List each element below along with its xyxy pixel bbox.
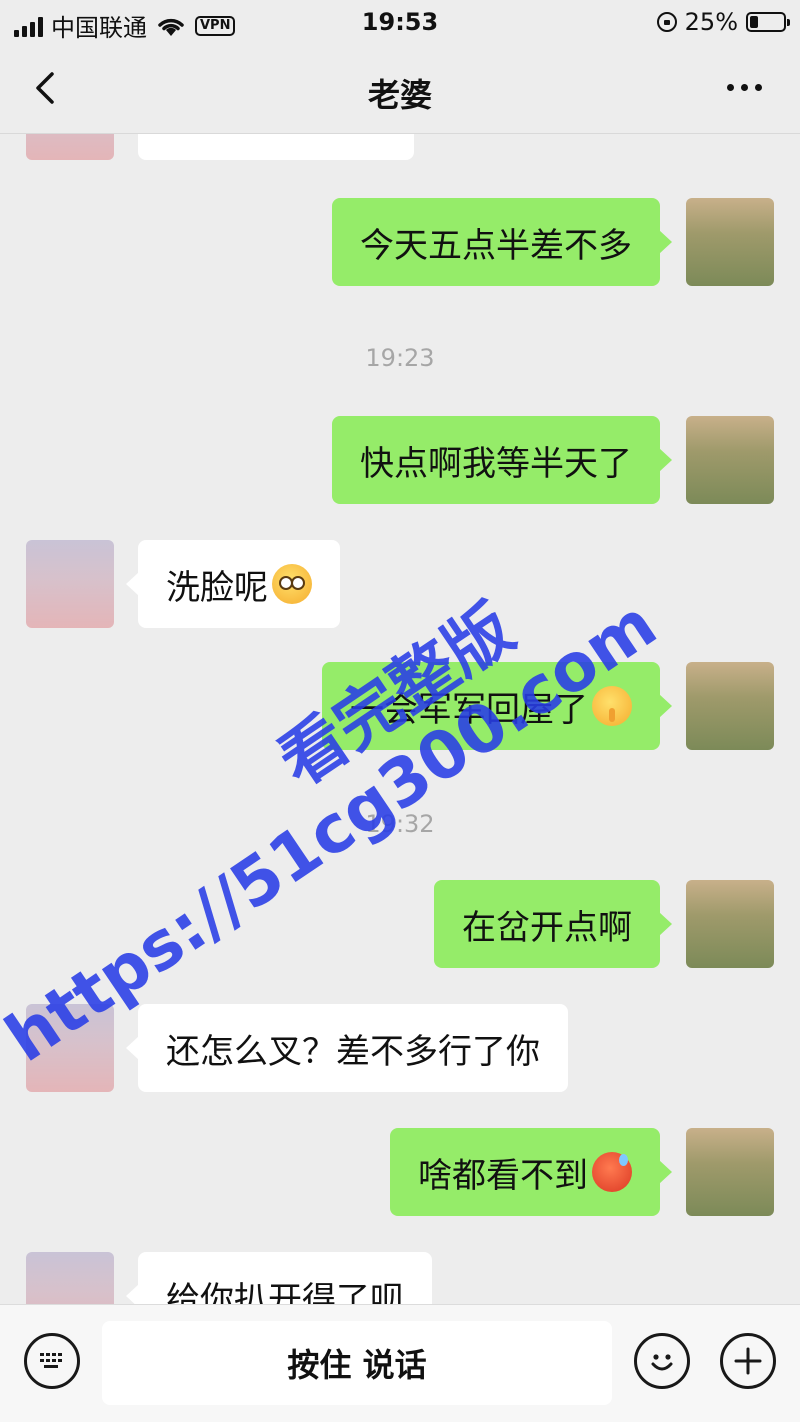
chat-title: 老婆 <box>367 76 432 114</box>
my-avatar[interactable] <box>686 662 774 750</box>
flushed-face-icon <box>272 564 312 604</box>
contact-avatar[interactable] <box>26 134 114 160</box>
message-list[interactable]: 今天五点半差不多 19:23 快点啊我等半天了 洗脸呢 一会军军回屋了 19:3… <box>0 134 800 1304</box>
message-text: 快点啊我等半天了 <box>360 443 632 484</box>
input-bar: 按住 说话 <box>0 1304 800 1422</box>
status-right: 25% <box>656 8 790 36</box>
chat-header: 老婆 <box>0 46 800 134</box>
hot-face-icon <box>592 1152 632 1192</box>
message-timestamp: 19:23 <box>365 344 435 372</box>
my-avatar[interactable] <box>686 198 774 286</box>
message-bubble-outgoing[interactable]: 一会军军回屋了 <box>322 662 672 750</box>
message-bubble-outgoing[interactable]: 在岔开点啊 <box>434 880 672 968</box>
my-avatar[interactable] <box>686 416 774 504</box>
contact-avatar[interactable] <box>26 1252 114 1304</box>
message-bubble-outgoing[interactable]: 今天五点半差不多 <box>332 198 672 286</box>
smiley-icon[interactable] <box>634 1333 690 1389</box>
shushing-face-icon <box>592 686 632 726</box>
message-text: 一会军军回屋了 <box>350 689 588 730</box>
message-text: 在岔开点啊 <box>462 907 632 948</box>
message-text: 给你扒开得了呗 <box>166 1279 404 1305</box>
message-bubble-incoming[interactable] <box>138 134 414 160</box>
contact-avatar[interactable] <box>26 1004 114 1092</box>
status-bar: 中国联通 VPN 19:53 25% <box>0 0 800 46</box>
more-dots-icon[interactable] <box>727 84 762 91</box>
message-bubble-incoming[interactable]: 洗脸呢 <box>126 540 340 628</box>
message-text: 还怎么叉？差不多行了你 <box>166 1031 540 1072</box>
my-avatar[interactable] <box>686 880 774 968</box>
message-bubble-outgoing[interactable]: 啥都看不到 <box>390 1128 672 1216</box>
message-bubble-incoming[interactable]: 给你扒开得了呗 <box>126 1252 432 1305</box>
contact-avatar[interactable] <box>26 540 114 628</box>
battery-icon <box>746 12 790 32</box>
hold-to-talk-button[interactable]: 按住 说话 <box>102 1321 612 1405</box>
message-text: 今天五点半差不多 <box>360 225 632 266</box>
message-bubble-outgoing[interactable]: 快点啊我等半天了 <box>332 416 672 504</box>
message-text: 啥都看不到 <box>418 1155 588 1196</box>
my-avatar[interactable] <box>686 1128 774 1216</box>
message-timestamp: 19:32 <box>365 810 435 838</box>
message-text: 洗脸呢 <box>166 567 268 608</box>
keyboard-icon[interactable] <box>24 1333 80 1389</box>
message-bubble-incoming[interactable]: 还怎么叉？差不多行了你 <box>126 1004 568 1092</box>
battery-percent: 25% <box>684 8 738 36</box>
plus-icon[interactable] <box>720 1333 776 1389</box>
rotation-lock-icon <box>656 12 677 32</box>
